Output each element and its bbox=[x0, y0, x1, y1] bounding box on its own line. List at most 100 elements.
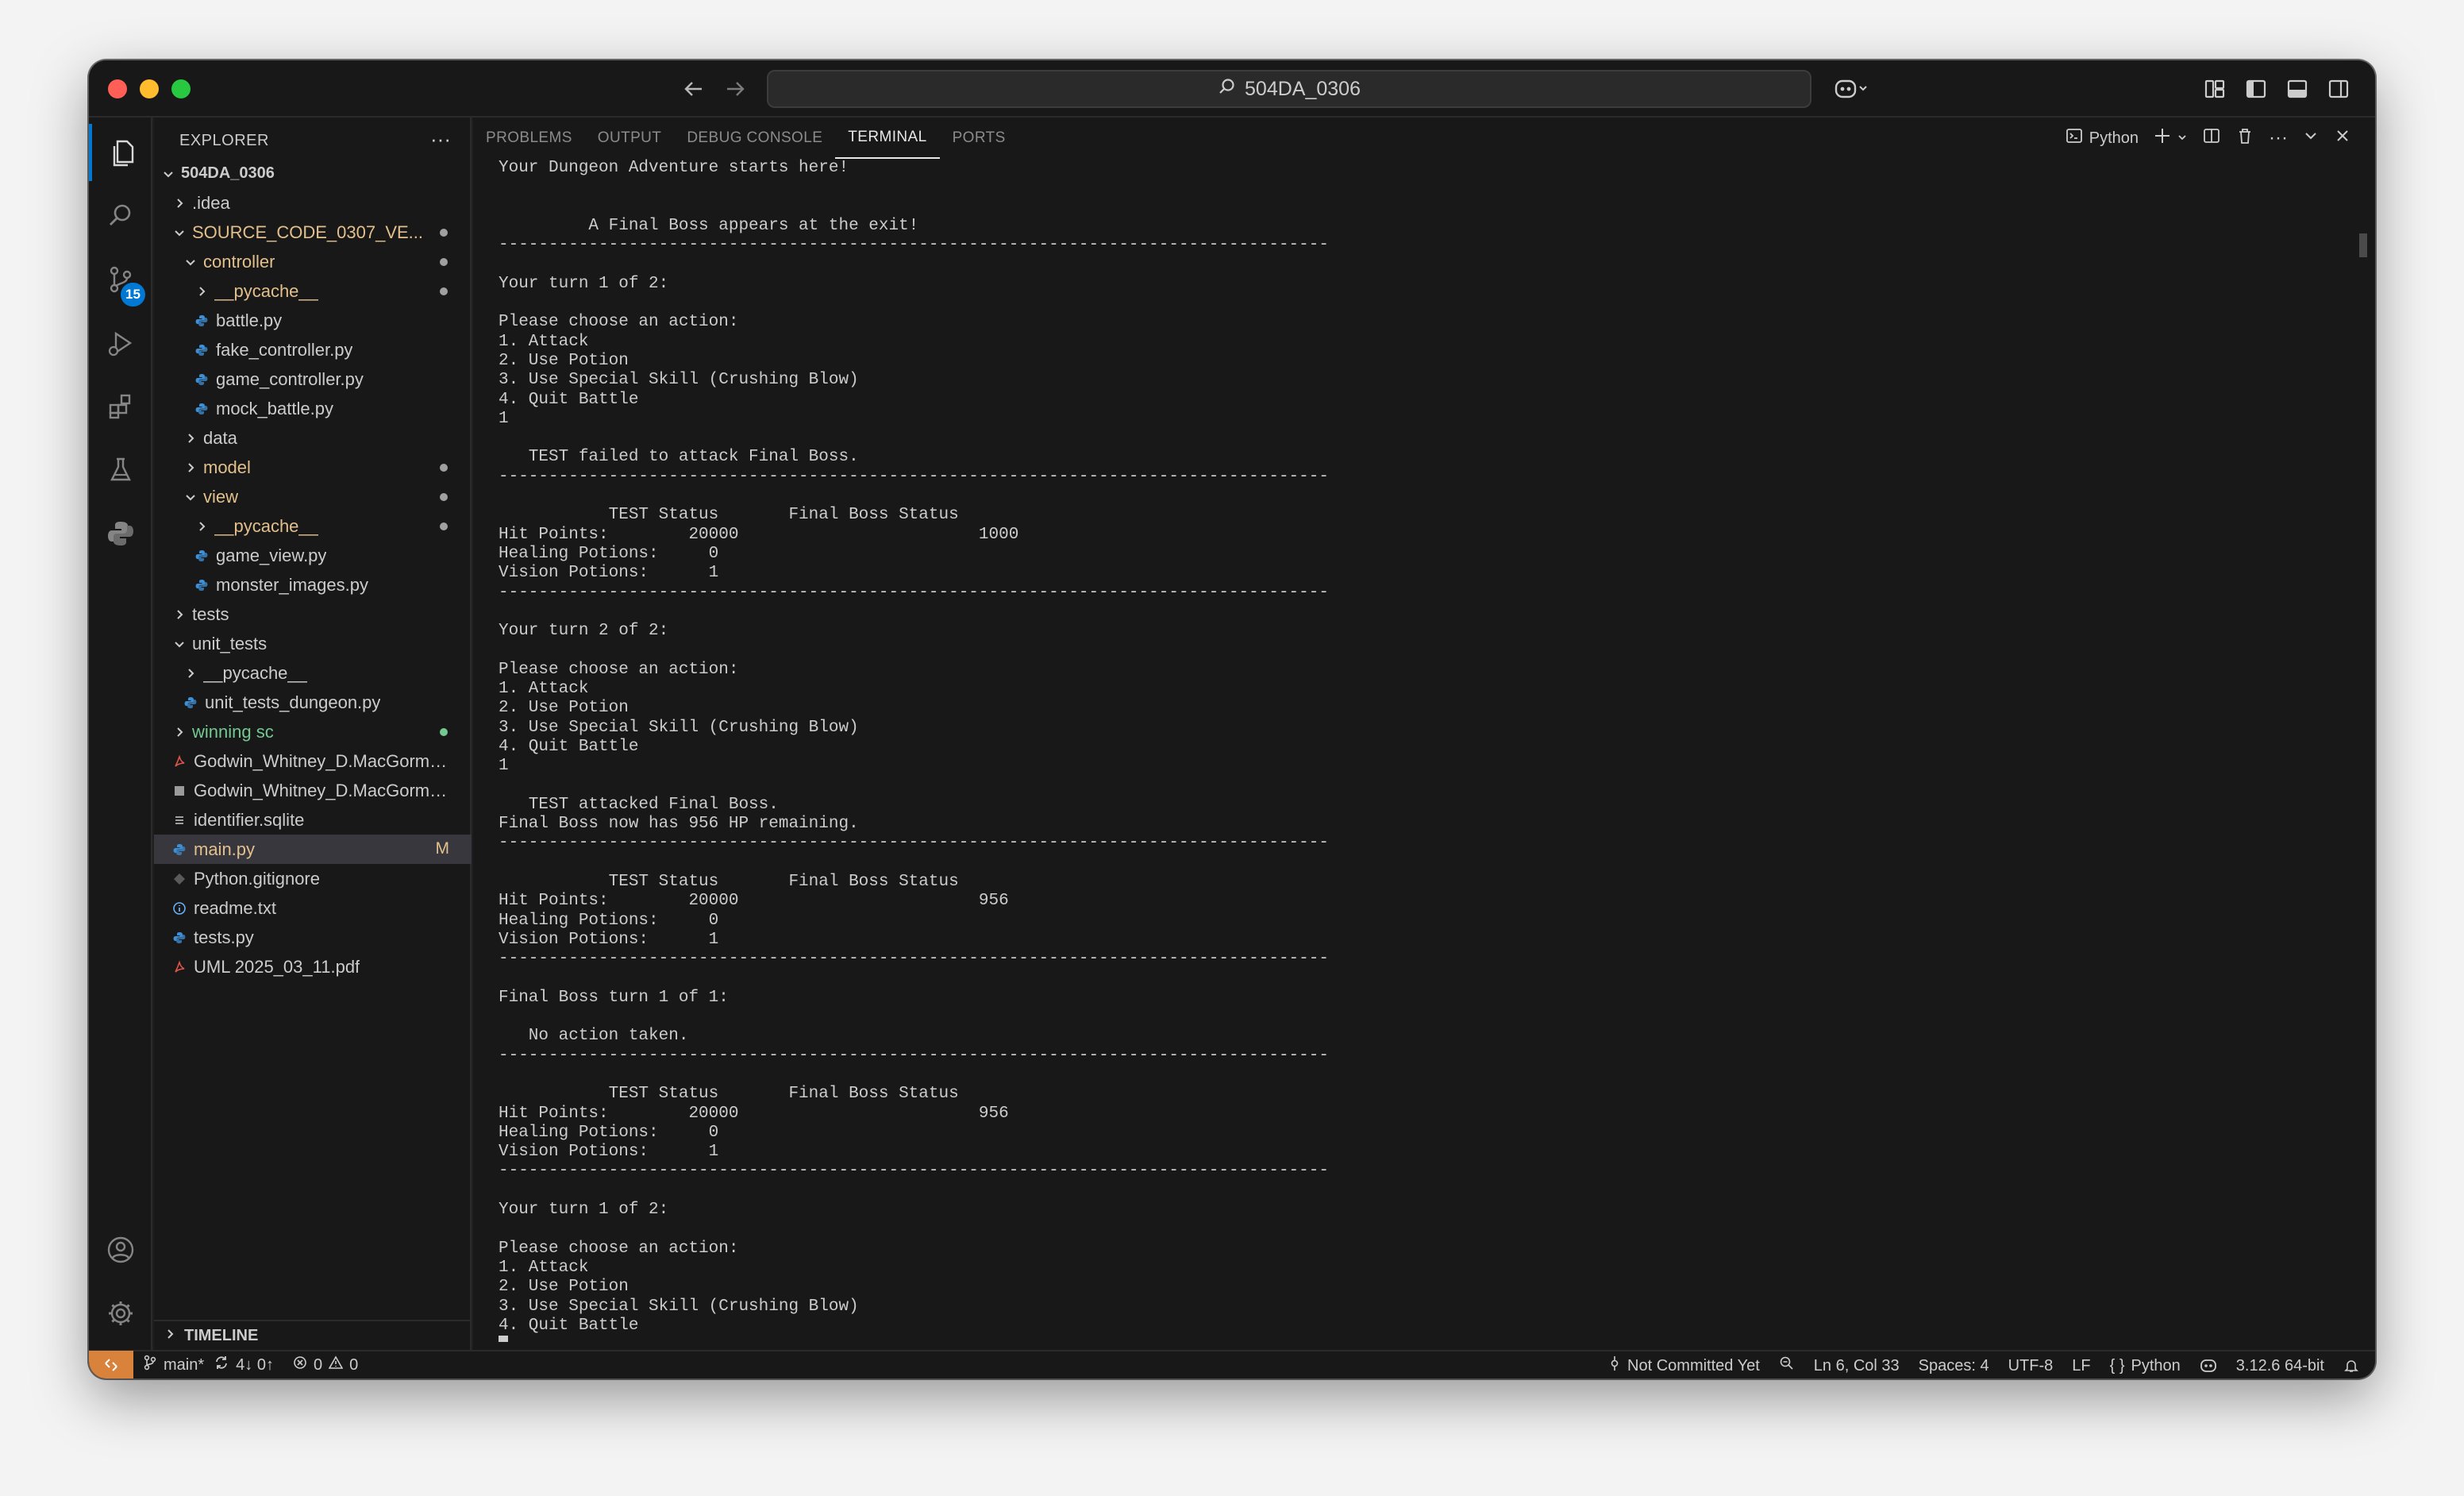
file-item[interactable]: readme.txt bbox=[154, 893, 472, 923]
file-tree-label: __pycache__ bbox=[214, 515, 318, 536]
toggle-secondary-sidebar-icon[interactable] bbox=[2324, 75, 2353, 103]
folder-item[interactable]: controller bbox=[154, 247, 472, 276]
folder-item[interactable]: winning sc bbox=[154, 717, 472, 746]
source-control-icon[interactable]: 15 bbox=[89, 251, 152, 308]
python-file-icon bbox=[194, 402, 210, 416]
file-item[interactable]: Godwin_Whitney_D.MacGormai... bbox=[154, 776, 472, 805]
terminal-line: Hit Points: 20000 1000 bbox=[499, 525, 1019, 544]
folder-item[interactable]: tests bbox=[154, 600, 472, 629]
toggle-primary-sidebar-icon[interactable] bbox=[2242, 75, 2270, 103]
file-tree-label: tests bbox=[192, 603, 229, 624]
python-icon[interactable] bbox=[89, 505, 152, 562]
folder-item[interactable]: .idea bbox=[154, 188, 472, 218]
terminal-line: 4. Quit Battle bbox=[499, 737, 639, 756]
file-item[interactable]: fake_controller.py bbox=[154, 335, 472, 364]
file-item[interactable]: tests.py bbox=[154, 923, 472, 952]
branch-status[interactable]: main* bbox=[133, 1351, 214, 1378]
settings-gear-icon[interactable] bbox=[89, 1285, 152, 1342]
file-item[interactable]: game_view.py bbox=[154, 541, 472, 570]
encoding-status[interactable]: UTF-8 bbox=[1999, 1351, 2063, 1378]
tab-debug-console[interactable]: DEBUG CONSOLE bbox=[674, 118, 835, 159]
python-interpreter[interactable]: 3.12.6 64-bit bbox=[2227, 1351, 2334, 1378]
file-item[interactable]: UML 2025_03_11.pdf bbox=[154, 952, 472, 981]
close-window-button[interactable] bbox=[108, 79, 127, 98]
file-item[interactable]: Godwin_Whitney_D.MacGormai... bbox=[154, 746, 472, 776]
extensions-icon[interactable] bbox=[89, 378, 152, 435]
close-panel-icon[interactable] bbox=[2334, 127, 2351, 149]
more-actions-icon[interactable]: ··· bbox=[2269, 127, 2288, 149]
toggle-panel-icon[interactable] bbox=[2283, 75, 2312, 103]
terminal-line: Hit Points: 20000 956 bbox=[499, 892, 1009, 911]
language-mode[interactable]: { } Python bbox=[2100, 1351, 2190, 1378]
terminal-shell-selector[interactable]: Python bbox=[2066, 127, 2139, 149]
command-center-search[interactable]: 504DA_0306 bbox=[767, 70, 1811, 108]
file-item[interactable]: mock_battle.py bbox=[154, 394, 472, 423]
file-item[interactable]: game_controller.py bbox=[154, 364, 472, 394]
timeline-section[interactable]: TIMELINE bbox=[154, 1320, 472, 1350]
testing-flask-icon[interactable] bbox=[89, 441, 152, 499]
remote-indicator-icon[interactable] bbox=[89, 1351, 133, 1378]
python-file-icon bbox=[183, 696, 198, 710]
folder-item[interactable]: __pycache__ bbox=[154, 511, 472, 541]
minimize-window-button[interactable] bbox=[140, 79, 159, 98]
zoom-status[interactable] bbox=[1769, 1351, 1804, 1378]
terminal-cursor bbox=[499, 1336, 508, 1342]
tab-problems[interactable]: PROBLEMS bbox=[473, 118, 585, 159]
tab-ports[interactable]: PORTS bbox=[940, 118, 1018, 159]
forward-arrow-icon[interactable] bbox=[718, 71, 753, 106]
notifications-bell-icon[interactable] bbox=[2334, 1351, 2375, 1378]
problems-status[interactable]: 0 0 bbox=[283, 1351, 368, 1378]
workspace-root[interactable]: 504DA_0306 bbox=[154, 159, 472, 188]
indentation-status[interactable]: Spaces: 4 bbox=[1909, 1351, 1999, 1378]
zoom-window-button[interactable] bbox=[171, 79, 191, 98]
file-tree-label: main.py bbox=[194, 839, 256, 859]
copilot-icon[interactable] bbox=[1829, 75, 1873, 103]
terminal-output[interactable]: Your Dungeon Adventure starts here! A Fi… bbox=[499, 159, 2356, 1342]
file-item[interactable]: unit_tests_dungeon.py bbox=[154, 688, 472, 717]
terminal-line: Hit Points: 20000 956 bbox=[499, 1104, 1009, 1123]
customize-layout-icon[interactable] bbox=[2200, 75, 2229, 103]
chevron-down-icon[interactable] bbox=[2177, 129, 2188, 148]
terminal-line: ----------------------------------------… bbox=[499, 467, 1329, 486]
terminal-line: Please choose an action: bbox=[499, 660, 739, 679]
terminal-line: TEST Status Final Boss Status bbox=[499, 872, 959, 891]
file-item[interactable]: monster_images.py bbox=[154, 570, 472, 600]
file-item[interactable]: main.py M bbox=[154, 835, 472, 864]
git-blame-status[interactable]: Not Committed Yet bbox=[1599, 1351, 1769, 1378]
back-arrow-icon[interactable] bbox=[676, 71, 711, 106]
copilot-status-icon[interactable] bbox=[2190, 1351, 2227, 1378]
folder-item[interactable]: __pycache__ bbox=[154, 658, 472, 688]
folder-item[interactable]: data bbox=[154, 423, 472, 453]
file-item[interactable]: identifier.sqlite bbox=[154, 805, 472, 835]
terminal-line: Vision Potions: 1 bbox=[499, 1143, 719, 1162]
maximize-panel-chevron-icon[interactable] bbox=[2302, 127, 2320, 149]
folder-item[interactable]: SOURCE_CODE_0307_VE... bbox=[154, 218, 472, 247]
trash-icon[interactable] bbox=[2235, 126, 2254, 150]
file-item[interactable]: Python.gitignore bbox=[154, 864, 472, 893]
file-item[interactable]: battle.py bbox=[154, 306, 472, 335]
terminal-line: Your turn 1 of 2: bbox=[499, 274, 669, 293]
tab-terminal[interactable]: TERMINAL bbox=[835, 118, 940, 159]
run-debug-icon[interactable] bbox=[89, 314, 152, 372]
info-file-icon bbox=[171, 901, 187, 916]
eol-status[interactable]: LF bbox=[2062, 1351, 2100, 1378]
folder-item[interactable]: unit_tests bbox=[154, 629, 472, 658]
sync-status[interactable]: 4↓ 0↑ bbox=[214, 1351, 283, 1378]
terminal-line: Your Dungeon Adventure starts here! bbox=[499, 159, 849, 177]
explorer-files-icon[interactable] bbox=[89, 124, 152, 181]
search-icon[interactable] bbox=[89, 187, 152, 245]
folder-item[interactable]: model bbox=[154, 453, 472, 482]
folder-item[interactable]: view bbox=[154, 482, 472, 511]
new-terminal-plus-icon[interactable] bbox=[2153, 126, 2172, 150]
cursor-position[interactable]: Ln 6, Col 33 bbox=[1804, 1351, 1909, 1378]
chevron-right-icon bbox=[171, 608, 187, 621]
folder-item[interactable]: __pycache__ bbox=[154, 276, 472, 306]
tab-output[interactable]: OUTPUT bbox=[585, 118, 675, 159]
more-actions-icon[interactable]: ··· bbox=[430, 127, 451, 152]
terminal-scrollbar[interactable] bbox=[2359, 233, 2367, 257]
split-terminal-icon[interactable] bbox=[2202, 126, 2221, 150]
accounts-icon[interactable] bbox=[89, 1221, 152, 1278]
status-bar: main* 4↓ 0↑ 0 0 Not Committed Yet Ln 6, … bbox=[89, 1350, 2375, 1378]
